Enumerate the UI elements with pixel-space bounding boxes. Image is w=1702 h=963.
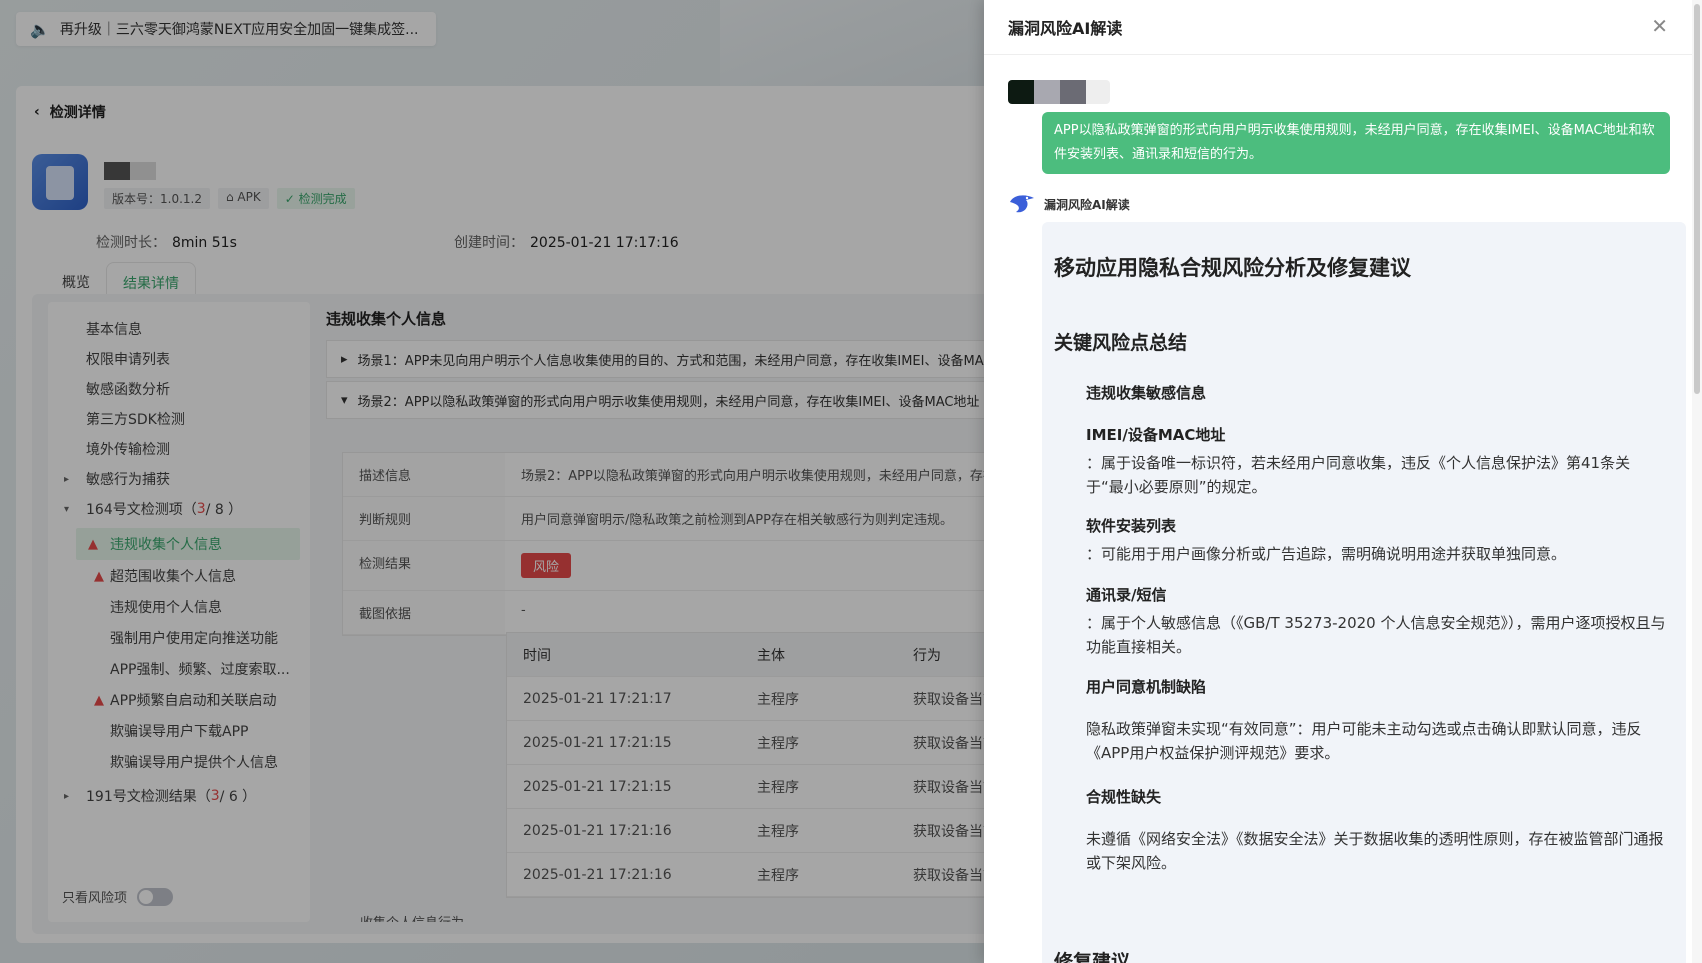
user-avatar	[1008, 80, 1110, 104]
ai-interpretation-drawer: 漏洞风险AI解读 ✕ APP以隐私政策弹窗的形式向用户明示收集使用规则，未经用户…	[984, 0, 1702, 963]
section-consent: 用户同意机制缺陷 隐私政策弹窗未实现“有效同意”：用户可能未主动勾选或点击确认即…	[1086, 678, 1642, 762]
section-imei: IMEI/设备MAC地址 ：属于设备唯一标识符，若未经用户同意收集，违反《个人信…	[1086, 426, 1631, 496]
section-app-list: 软件安装列表 ：可能用于用户画像分析或广告追踪，需明确说明用途并获取单独同意。	[1086, 517, 1567, 563]
section-sensitive-collection: 违规收集敏感信息	[1086, 384, 1207, 402]
ai-response: 移动应用隐私合规风险分析及修复建议 关键风险点总结 违规收集敏感信息 IMEI/…	[1042, 222, 1686, 963]
close-icon[interactable]: ✕	[1651, 14, 1668, 38]
ai-logo-icon	[1010, 195, 1034, 213]
response-title: 移动应用隐私合规风险分析及修复建议	[1054, 256, 1411, 280]
drawer-header: 漏洞风险AI解读 ✕	[984, 0, 1702, 55]
ai-message-header: 漏洞风险AI解读	[1008, 192, 1130, 216]
section-contacts: 通讯录/短信 ：属于个人敏感信息（《GB/T 35273-2020 个人信息安全…	[1086, 586, 1666, 656]
drawer-title: 漏洞风险AI解读	[1008, 19, 1123, 38]
summary-heading: 关键风险点总结	[1054, 332, 1188, 354]
fix-heading: 修复建议	[1054, 951, 1131, 963]
user-message: APP以隐私政策弹窗的形式向用户明示收集使用规则，未经用户同意，存在收集IMEI…	[1042, 112, 1670, 174]
scrollbar-thumb[interactable]	[1694, 4, 1700, 394]
drawer-scrollbar[interactable]	[1692, 0, 1702, 963]
section-compliance: 合规性缺失 未遵循《网络安全法》《数据安全法》关于数据收集的透明性原则，存在被监…	[1086, 788, 1664, 872]
ai-name: 漏洞风险AI解读	[1044, 197, 1130, 212]
